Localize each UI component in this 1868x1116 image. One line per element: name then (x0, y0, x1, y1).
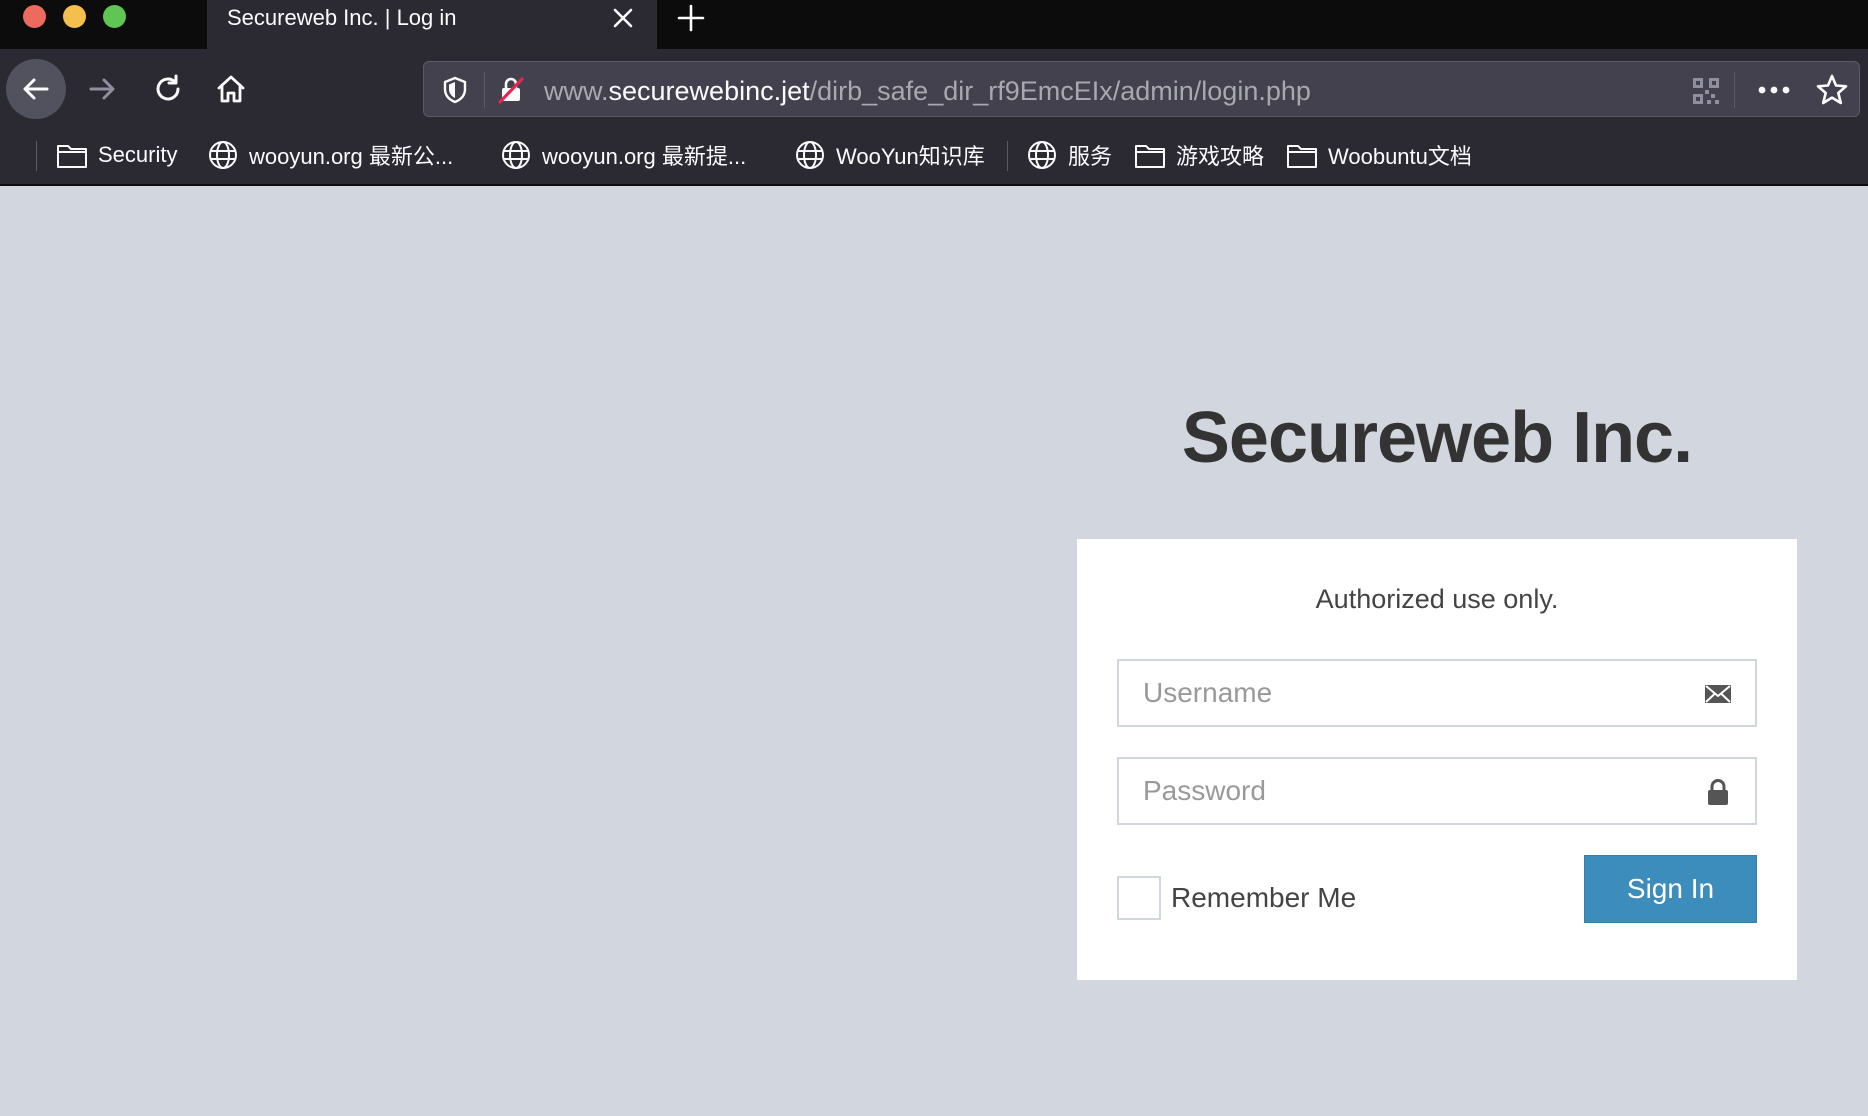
globe-icon (209, 141, 237, 169)
url-prefix: www. (544, 76, 609, 106)
bookmark-label: Woobuntu文档 (1328, 144, 1472, 169)
back-button[interactable] (6, 59, 66, 119)
bookmark-label: wooyun.org 最新提... (542, 144, 747, 169)
folder-icon (57, 145, 87, 168)
tab-title: Secureweb Inc. | Log in (227, 5, 457, 30)
globe-icon (796, 141, 824, 169)
lock-icon (1708, 779, 1728, 805)
bookmark-label: 服务 (1068, 144, 1113, 169)
window-close-button[interactable] (23, 5, 46, 28)
bookmark-wooyun-knowledge[interactable]: WooYun知识库 (794, 137, 985, 173)
url-host: securewebinc.jet (608, 76, 810, 106)
insecure-lock-icon[interactable] (496, 75, 526, 105)
remember-me: Remember Me (1117, 875, 1356, 921)
login-message: Authorized use only. (1315, 584, 1559, 614)
close-icon[interactable] (609, 4, 637, 32)
bookmarks-separator (1007, 141, 1008, 171)
forward-button[interactable] (72, 59, 132, 119)
window-minimize-button[interactable] (63, 5, 86, 28)
url-separator-right (1734, 72, 1735, 108)
arrow-left-icon (23, 78, 49, 100)
url-text[interactable]: www.securewebinc.jet/dirb_safe_dir_rf9Em… (544, 76, 1311, 106)
home-icon (217, 75, 245, 103)
tab-bar: Secureweb Inc. | Log in (0, 0, 1868, 49)
home-button[interactable] (201, 59, 261, 119)
navigation-toolbar: www.securewebinc.jet/dirb_safe_dir_rf9Em… (0, 49, 1868, 127)
bookmark-label: 游戏攻略 (1176, 144, 1265, 169)
login-box: Authorized use only. Remember Me Sign In (1077, 539, 1797, 980)
window-zoom-button[interactable] (103, 5, 126, 28)
shield-icon[interactable] (440, 75, 470, 105)
reload-button[interactable] (138, 59, 198, 119)
bookmark-game-guides[interactable]: 游戏攻略 (1134, 137, 1264, 173)
bookmark-security[interactable]: Security (56, 137, 177, 173)
remember-me-label[interactable]: Remember Me (1171, 882, 1356, 914)
url-separator (484, 72, 485, 108)
more-actions-icon[interactable] (1754, 74, 1794, 106)
bookmark-star-icon[interactable] (1814, 72, 1850, 108)
folder-icon (1287, 145, 1317, 168)
arrow-right-icon (89, 78, 115, 100)
username-input[interactable] (1119, 661, 1755, 725)
active-tab[interactable]: Secureweb Inc. | Log in (207, 0, 657, 49)
new-tab-plus-icon[interactable] (675, 2, 707, 34)
bookmark-label: wooyun.org 最新公... (249, 144, 454, 169)
folder-icon (1135, 145, 1165, 168)
address-bar[interactable]: www.securewebinc.jet/dirb_safe_dir_rf9Em… (423, 61, 1860, 117)
bookmark-wooyun-announcements[interactable]: wooyun.org 最新公... (207, 137, 453, 173)
bookmark-wooyun-submissions[interactable]: wooyun.org 最新提... (500, 137, 746, 173)
bookmark-services[interactable]: 服务 (1026, 137, 1112, 173)
sign-in-button[interactable]: Sign In (1584, 855, 1757, 923)
page-content: Secureweb Inc. Authorized use only. Reme… (0, 187, 1868, 1116)
remember-me-checkbox[interactable] (1117, 876, 1161, 920)
bookmark-label: WooYun知识库 (836, 144, 985, 169)
globe-icon (502, 141, 530, 169)
globe-icon (1028, 141, 1056, 169)
bookmark-label: Security (98, 142, 178, 167)
bookmark-woobuntu-docs[interactable]: Woobuntu文档 (1286, 137, 1472, 173)
bookmarks-separator (36, 141, 37, 171)
qr-code-icon[interactable] (1691, 76, 1721, 106)
site-brand-title: Secureweb Inc. (1181, 398, 1693, 478)
password-input[interactable] (1119, 759, 1755, 823)
envelope-icon (1705, 685, 1731, 703)
reload-icon (156, 74, 180, 101)
bookmarks-toolbar: Security wooyun.org 最新公... wooyun.org 最新… (0, 127, 1868, 186)
username-field[interactable] (1117, 659, 1757, 727)
url-path: /dirb_safe_dir_rf9EmcEIx/admin/login.php (809, 76, 1311, 106)
password-field[interactable] (1117, 757, 1757, 825)
